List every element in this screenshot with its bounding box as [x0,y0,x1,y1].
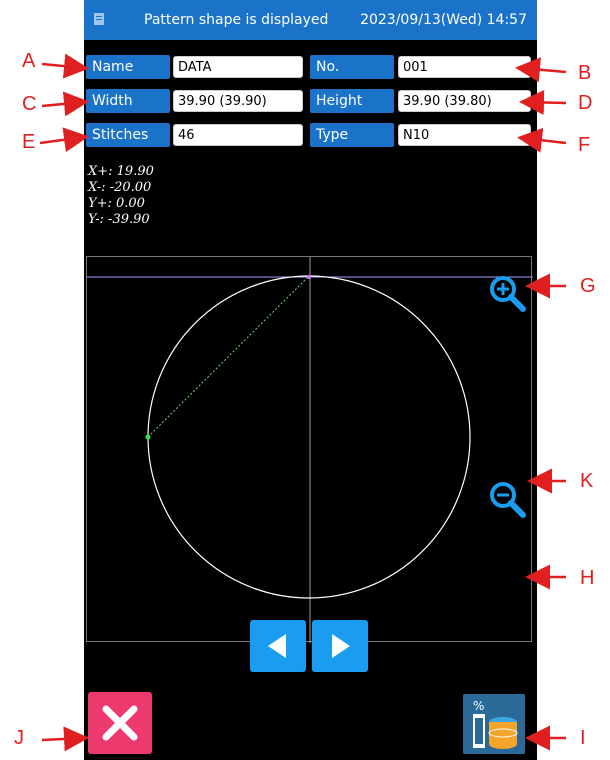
callout-A: A [22,50,36,72]
callout-J: J [14,727,24,749]
callout-F: F [578,134,591,156]
callout-K: K [580,470,594,492]
callout-D: D [578,92,593,114]
callout-arrows [39,53,567,752]
callout-I: I [580,727,586,749]
callout-G: G [580,275,596,297]
callout-H: H [580,567,595,589]
callout-B: B [578,62,592,84]
callout-C: C [22,93,37,115]
callout-E: E [22,131,36,153]
